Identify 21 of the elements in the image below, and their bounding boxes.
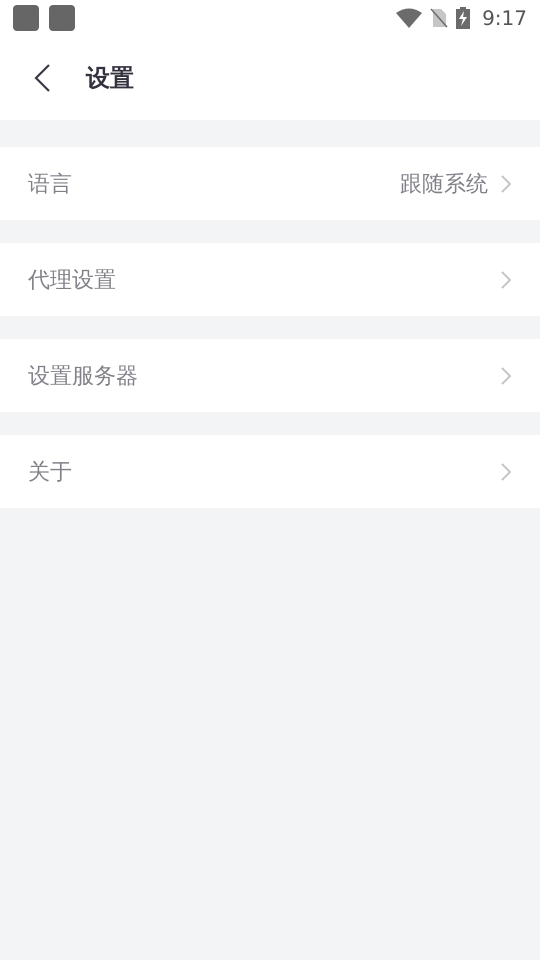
no-sim-icon (430, 8, 448, 28)
battery-charging-icon (456, 7, 470, 29)
settings-row[interactable]: 关于 (0, 435, 540, 508)
chevron-icon (500, 174, 512, 194)
row-label: 关于 (28, 458, 72, 486)
chevron-icon (500, 270, 512, 290)
clock-time: 9:17 (482, 6, 527, 30)
wifi-icon (396, 8, 422, 28)
row-label: 语言 (28, 170, 72, 198)
chevron-icon (500, 366, 512, 386)
settings-row[interactable]: 设置服务器 (0, 339, 540, 412)
settings-row[interactable]: 语言 跟随系统 (0, 147, 540, 220)
settings-row[interactable]: 代理设置 (0, 243, 540, 316)
page-title: 设置 (86, 63, 134, 94)
row-value: 跟随系统 (400, 170, 488, 198)
notification-icon (13, 5, 39, 31)
back-icon[interactable] (33, 63, 51, 93)
notification-icon (49, 5, 75, 31)
row-label: 设置服务器 (28, 362, 138, 390)
row-label: 代理设置 (28, 266, 116, 294)
chevron-icon (500, 462, 512, 482)
